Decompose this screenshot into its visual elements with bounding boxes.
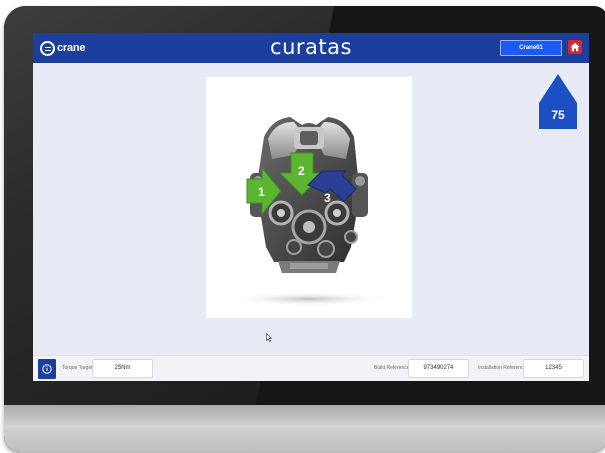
build-reference-field: 973490274	[408, 359, 469, 378]
mouse-cursor-icon	[266, 333, 272, 342]
torque-target-label: Torque Target	[62, 365, 93, 371]
home-icon	[570, 42, 580, 52]
home-button[interactable]	[568, 40, 582, 54]
engine-image: 1 2 3	[227, 117, 391, 306]
engine-image-panel: 1 2 3	[206, 77, 412, 318]
installation-reference-label: Installation Reference	[478, 365, 527, 371]
status-footer: Torque Target 25Nm Build Reference 97349…	[33, 355, 589, 381]
torque-target-field: 25Nm	[92, 359, 153, 378]
counter-value: 75	[551, 108, 565, 122]
arrow-1-label: 1	[258, 185, 265, 199]
arrow-2-label: 2	[298, 164, 305, 178]
arrow-3-label: 3	[324, 191, 331, 205]
installation-reference-field: 12345	[523, 359, 584, 378]
info-icon	[42, 364, 52, 374]
monitor-chin	[4, 405, 605, 452]
info-button[interactable]	[38, 359, 56, 379]
app-header: crane curatas Crane01	[33, 33, 589, 63]
app-screen: crane curatas Crane01 1 2 3 75 Torque Ta…	[33, 33, 589, 381]
build-reference-label: Build Reference	[374, 365, 410, 371]
user-button[interactable]: Crane01	[500, 40, 562, 56]
monitor-frame: crane curatas Crane01 1 2 3 75 Torque Ta…	[4, 6, 605, 452]
